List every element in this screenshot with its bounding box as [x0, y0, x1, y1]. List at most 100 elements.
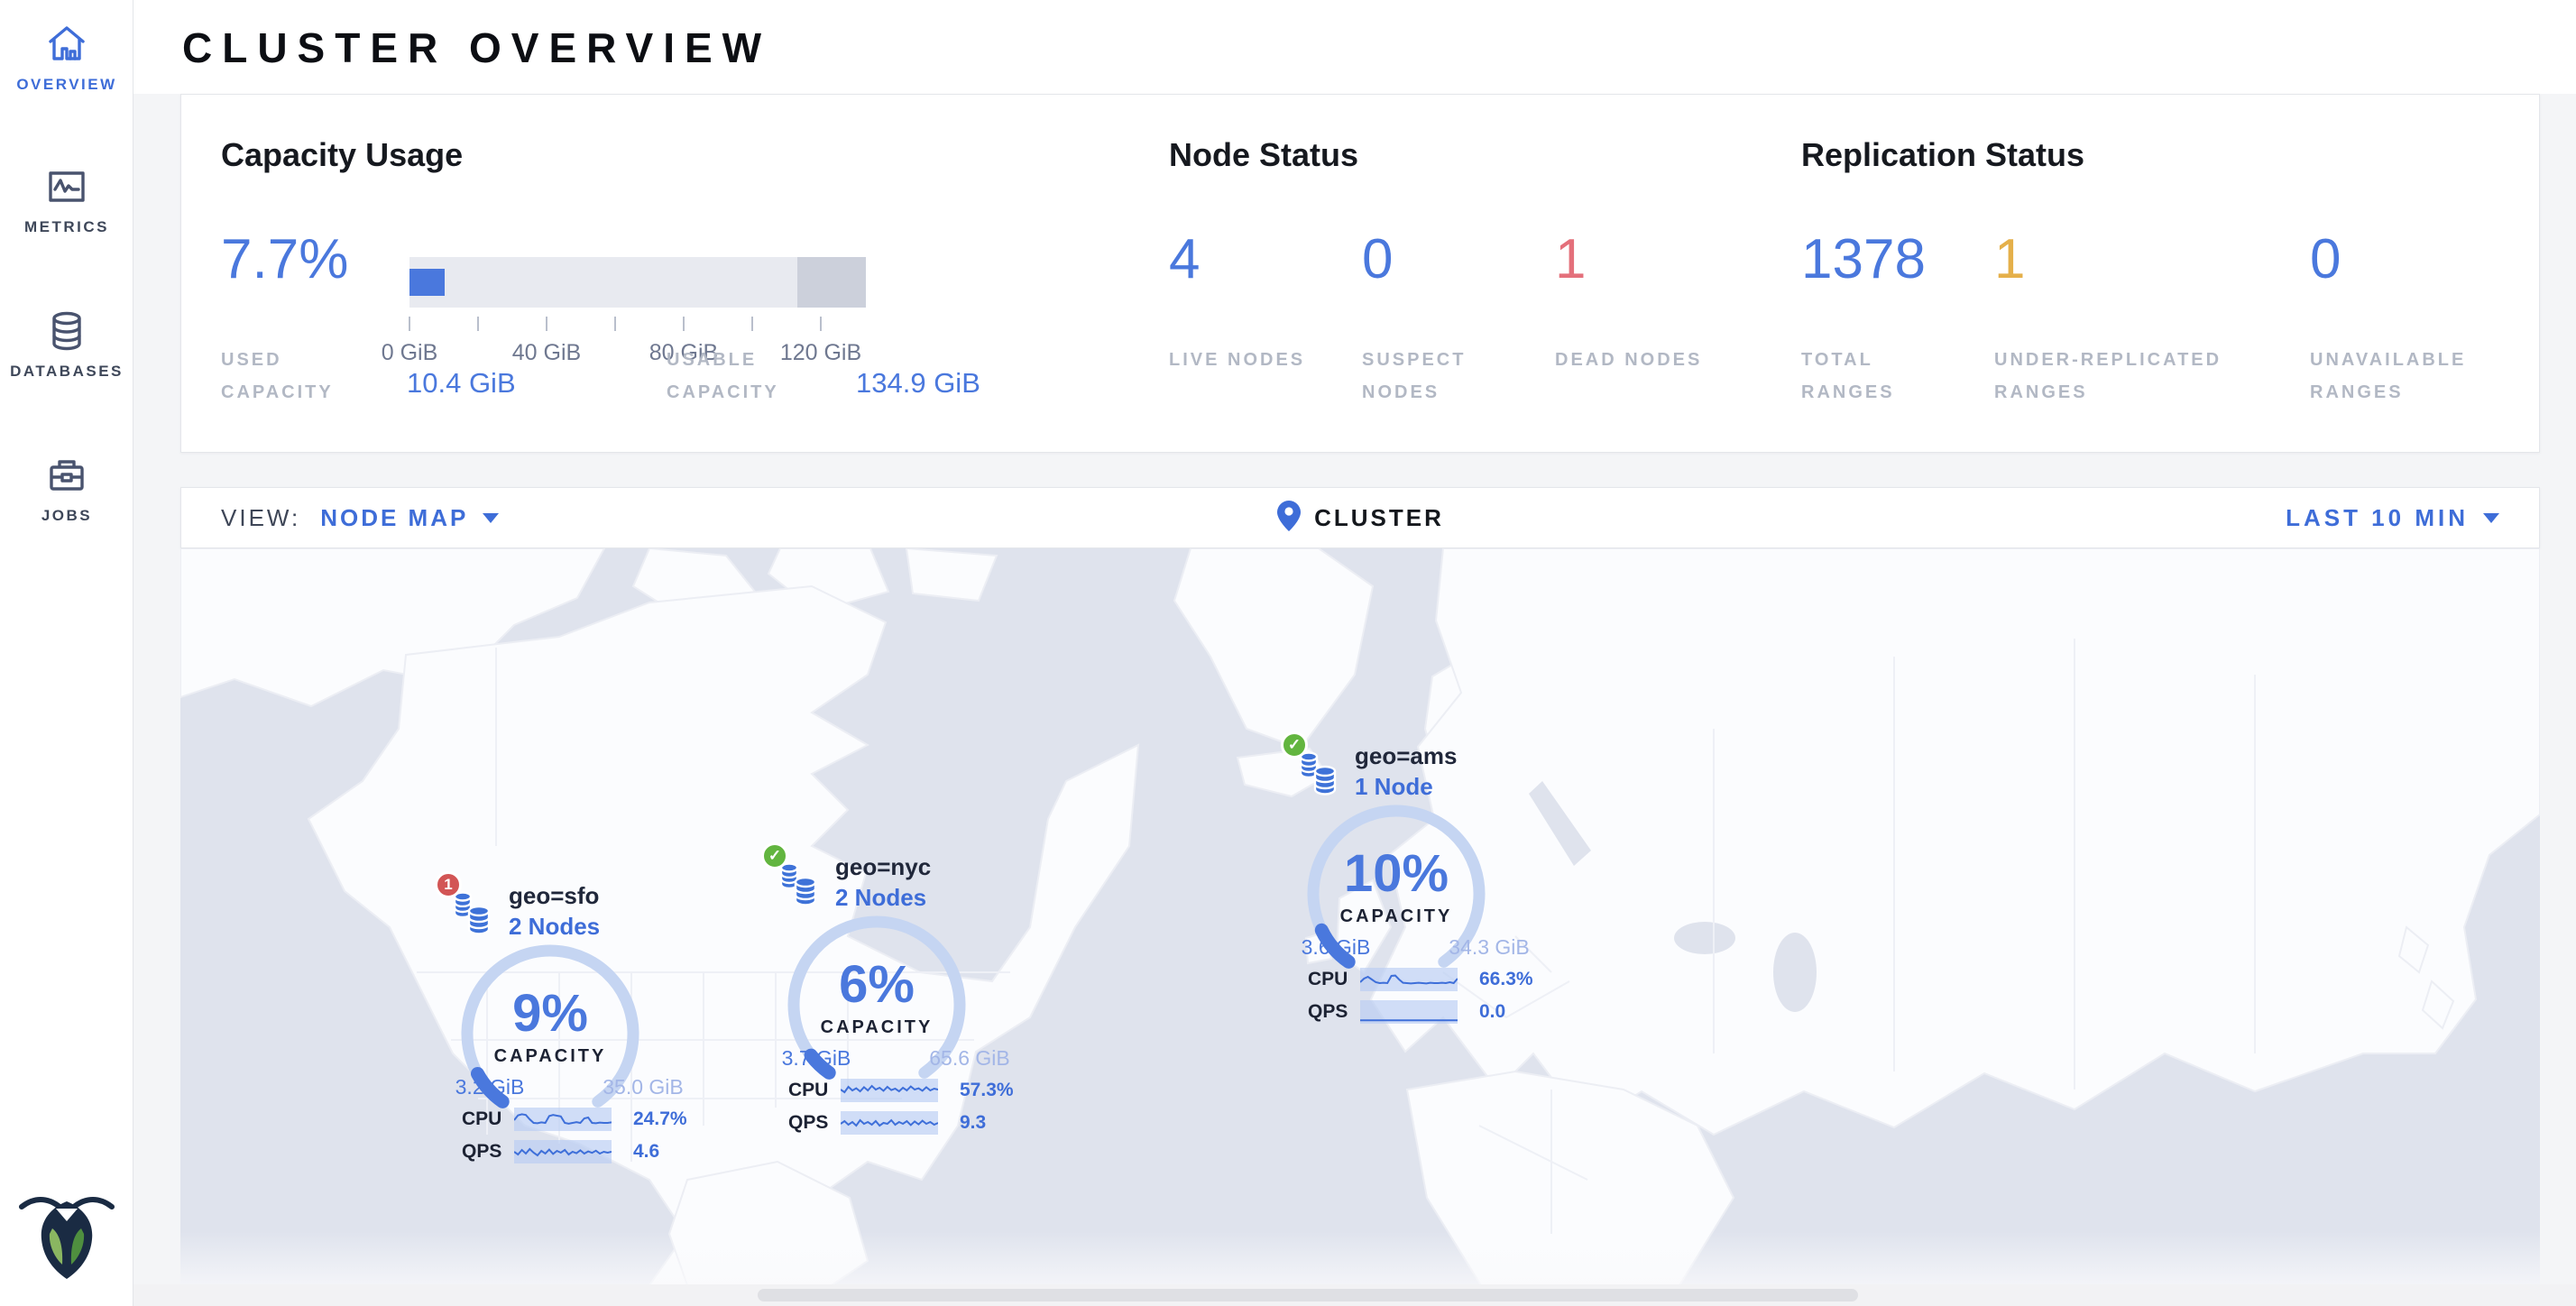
- chevron-down-icon: [2483, 513, 2499, 523]
- dead-nodes-value: 1: [1555, 230, 1586, 290]
- dead-nodes-label: DEAD NODES: [1555, 344, 1708, 376]
- capacity-percent: 6%: [787, 954, 967, 1015]
- capacity-usage-title: Capacity Usage: [221, 136, 463, 174]
- capacity-percent: 7.7%: [221, 230, 348, 290]
- qps-sparkline: [1360, 1000, 1458, 1024]
- locality-name: geo=sfo: [509, 882, 599, 910]
- cpu-sparkline: [841, 1079, 938, 1102]
- database-stack-icon: [777, 859, 824, 914]
- live-nodes-label: LIVE NODES: [1169, 344, 1322, 376]
- sidebar-item-label: DATABASES: [0, 363, 133, 381]
- cluster-summary-panel: Capacity Usage 7.7% 0 GiB 40 GiB 80 GiB …: [180, 94, 2540, 453]
- live-nodes-value: 4: [1169, 230, 1200, 290]
- location-pin-icon: [1276, 500, 1302, 537]
- axis-tick: [409, 317, 410, 331]
- locality-marker-ams[interactable]: ✓ geo=ams 1 Node 10% CAPACITY 3.6 GiB 34…: [1225, 728, 1586, 1035]
- axis-tick-label: 40 GiB: [512, 340, 581, 366]
- metrics-icon: [0, 164, 133, 209]
- sidebar-item-label: METRICS: [0, 218, 133, 236]
- replication-status-title: Replication Status: [1801, 136, 2084, 174]
- view-selector[interactable]: NODE MAP: [320, 504, 499, 532]
- unavailable-ranges-label: UNAVAILABLE RANGES: [2310, 344, 2526, 409]
- capacity-percent: 9%: [460, 983, 640, 1044]
- sidebar-item-databases[interactable]: DATABASES: [0, 308, 133, 381]
- axis-tick: [546, 317, 547, 331]
- capacity-bar: [409, 257, 866, 308]
- under-replicated-value: 1: [1994, 230, 2025, 290]
- capacity-total: 34.3 GiB: [1421, 935, 1557, 960]
- capacity-used: 3.2 GiB: [422, 1075, 557, 1099]
- axis-tick: [683, 317, 685, 331]
- capacity-label: CAPACITY: [787, 1017, 967, 1038]
- status-badge: ✓: [1281, 731, 1308, 759]
- scrollbar-track: [133, 1284, 2576, 1306]
- sidebar-item-label: JOBS: [0, 507, 133, 525]
- status-badge: 1: [435, 871, 462, 898]
- view-selector-value: NODE MAP: [320, 504, 468, 532]
- cockroachdb-logo: [13, 1182, 121, 1283]
- total-ranges-value: 1378: [1801, 230, 1926, 290]
- qps-label: QPS: [1308, 1001, 1360, 1023]
- node-map: 1 geo=sfo 2 Nodes 9% CAPACITY 3.2 GiB 35…: [180, 548, 2540, 1285]
- cpu-sparkline: [1360, 968, 1458, 991]
- sidebar-item-jobs[interactable]: JOBS: [0, 453, 133, 525]
- capacity-label: CAPACITY: [460, 1046, 640, 1067]
- sidebar-item-metrics[interactable]: METRICS: [0, 164, 133, 236]
- cpu-label: CPU: [788, 1080, 841, 1101]
- time-range-selector[interactable]: LAST 10 MIN: [2286, 504, 2499, 532]
- status-badge: ✓: [761, 842, 788, 869]
- axis-tick: [477, 317, 479, 331]
- axis-tick-label: 0 GiB: [382, 340, 438, 366]
- locality-node-count: 2 Nodes: [509, 913, 600, 941]
- qps-label: QPS: [462, 1141, 514, 1163]
- home-icon: [0, 22, 133, 67]
- database-stack-icon: [451, 888, 498, 943]
- cpu-value: 57.3%: [960, 1080, 1014, 1101]
- capacity-total: 65.6 GiB: [902, 1046, 1037, 1071]
- time-range-value: LAST 10 MIN: [2286, 504, 2469, 532]
- locality-node-count: 2 Nodes: [835, 884, 926, 912]
- locality-name: geo=nyc: [835, 853, 931, 881]
- cpu-sparkline: [514, 1108, 612, 1131]
- cpu-value: 24.7%: [633, 1108, 687, 1130]
- map-bottom-fade: [180, 1231, 2540, 1285]
- qps-value: 4.6: [633, 1141, 659, 1163]
- capacity-percent: 10%: [1306, 843, 1486, 904]
- sidebar-item-overview[interactable]: OVERVIEW: [0, 22, 133, 94]
- database-icon: [0, 308, 133, 354]
- breadcrumb: CLUSTER: [181, 500, 2539, 537]
- qps-value: 9.3: [960, 1112, 986, 1134]
- breadcrumb-cluster-label: CLUSTER: [1314, 504, 1444, 532]
- qps-label: QPS: [788, 1112, 841, 1134]
- axis-tick: [820, 317, 822, 331]
- briefcase-icon: [0, 453, 133, 498]
- capacity-used: 3.6 GiB: [1268, 935, 1403, 960]
- usable-capacity-value: 134.9 GiB: [856, 367, 980, 400]
- suspect-nodes-label: SUSPECT NODES: [1362, 344, 1515, 409]
- capacity-label: CAPACITY: [1306, 906, 1486, 927]
- qps-sparkline: [514, 1140, 612, 1163]
- cpu-label: CPU: [1308, 969, 1360, 990]
- locality-marker-sfo[interactable]: 1 geo=sfo 2 Nodes 9% CAPACITY 3.2 GiB 35…: [379, 868, 740, 1174]
- axis-tick: [751, 317, 753, 331]
- locality-name: geo=ams: [1355, 742, 1457, 770]
- locality-marker-nyc[interactable]: ✓ geo=nyc 2 Nodes 6% CAPACITY 3.7 GiB 65…: [705, 839, 1066, 1145]
- under-replicated-label: UNDER-REPLICATED RANGES: [1994, 344, 2292, 409]
- capacity-total: 35.0 GiB: [575, 1075, 711, 1099]
- locality-node-count: 1 Node: [1355, 773, 1433, 801]
- scrollbar-thumb[interactable]: [758, 1289, 1858, 1301]
- used-capacity-value: 10.4 GiB: [407, 367, 516, 400]
- axis-tick: [614, 317, 616, 331]
- capacity-bar-used: [409, 269, 445, 296]
- unavailable-ranges-value: 0: [2310, 230, 2341, 290]
- chevron-down-icon: [483, 513, 499, 523]
- map-toolbar: VIEW: NODE MAP CLUSTER LAST 10 MIN: [180, 487, 2540, 548]
- capacity-bar-reserved: [797, 257, 866, 308]
- sidebar: OVERVIEW METRICS DATABASES JOBS: [0, 0, 133, 1306]
- used-capacity-label: USED CAPACITY: [221, 344, 374, 409]
- view-label: VIEW:: [221, 504, 300, 532]
- cpu-label: CPU: [462, 1108, 514, 1130]
- database-stack-icon: [1297, 748, 1344, 803]
- total-ranges-label: TOTAL RANGES: [1801, 344, 1946, 409]
- qps-sparkline: [841, 1111, 938, 1135]
